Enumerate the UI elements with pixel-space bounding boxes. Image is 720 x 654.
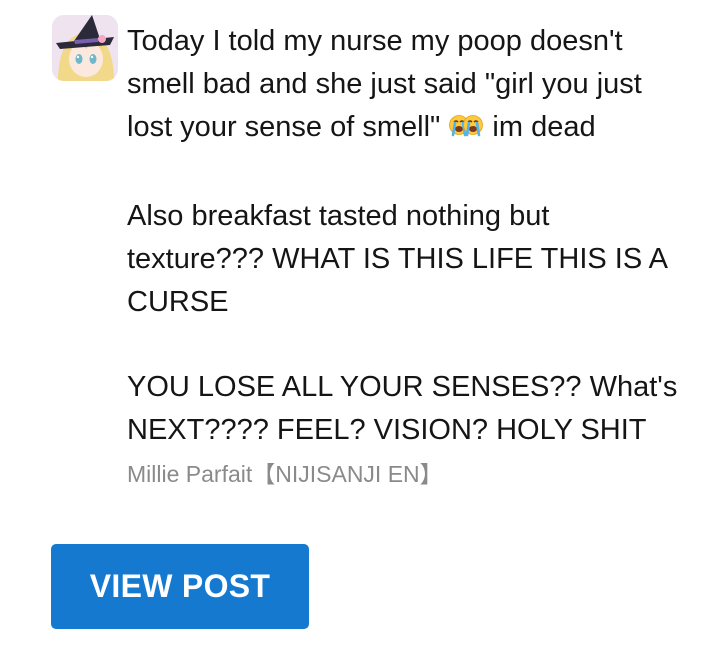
user-avatar[interactable] (52, 15, 118, 81)
post-paragraph-3: YOU LOSE ALL YOUR SENSES?? What's NEXT??… (127, 371, 686, 446)
view-post-button[interactable]: VIEW POST (51, 544, 309, 629)
post-author[interactable]: Millie Parfait【NIJISANJI EN】 (127, 455, 443, 489)
loudly-crying-face-icon (449, 110, 484, 153)
avatar-image (52, 15, 118, 81)
post-paragraph-1-suffix: im dead (484, 111, 596, 143)
post-card: Today I told my nurse my poop doesn't sm… (0, 0, 720, 654)
post-paragraph-2: Also breakfast tasted nothing but textur… (127, 200, 675, 318)
post-paragraph-1: Today I told my nurse my poop doesn't sm… (127, 20, 687, 153)
post-body: Today I told my nurse my poop doesn't sm… (127, 20, 687, 452)
